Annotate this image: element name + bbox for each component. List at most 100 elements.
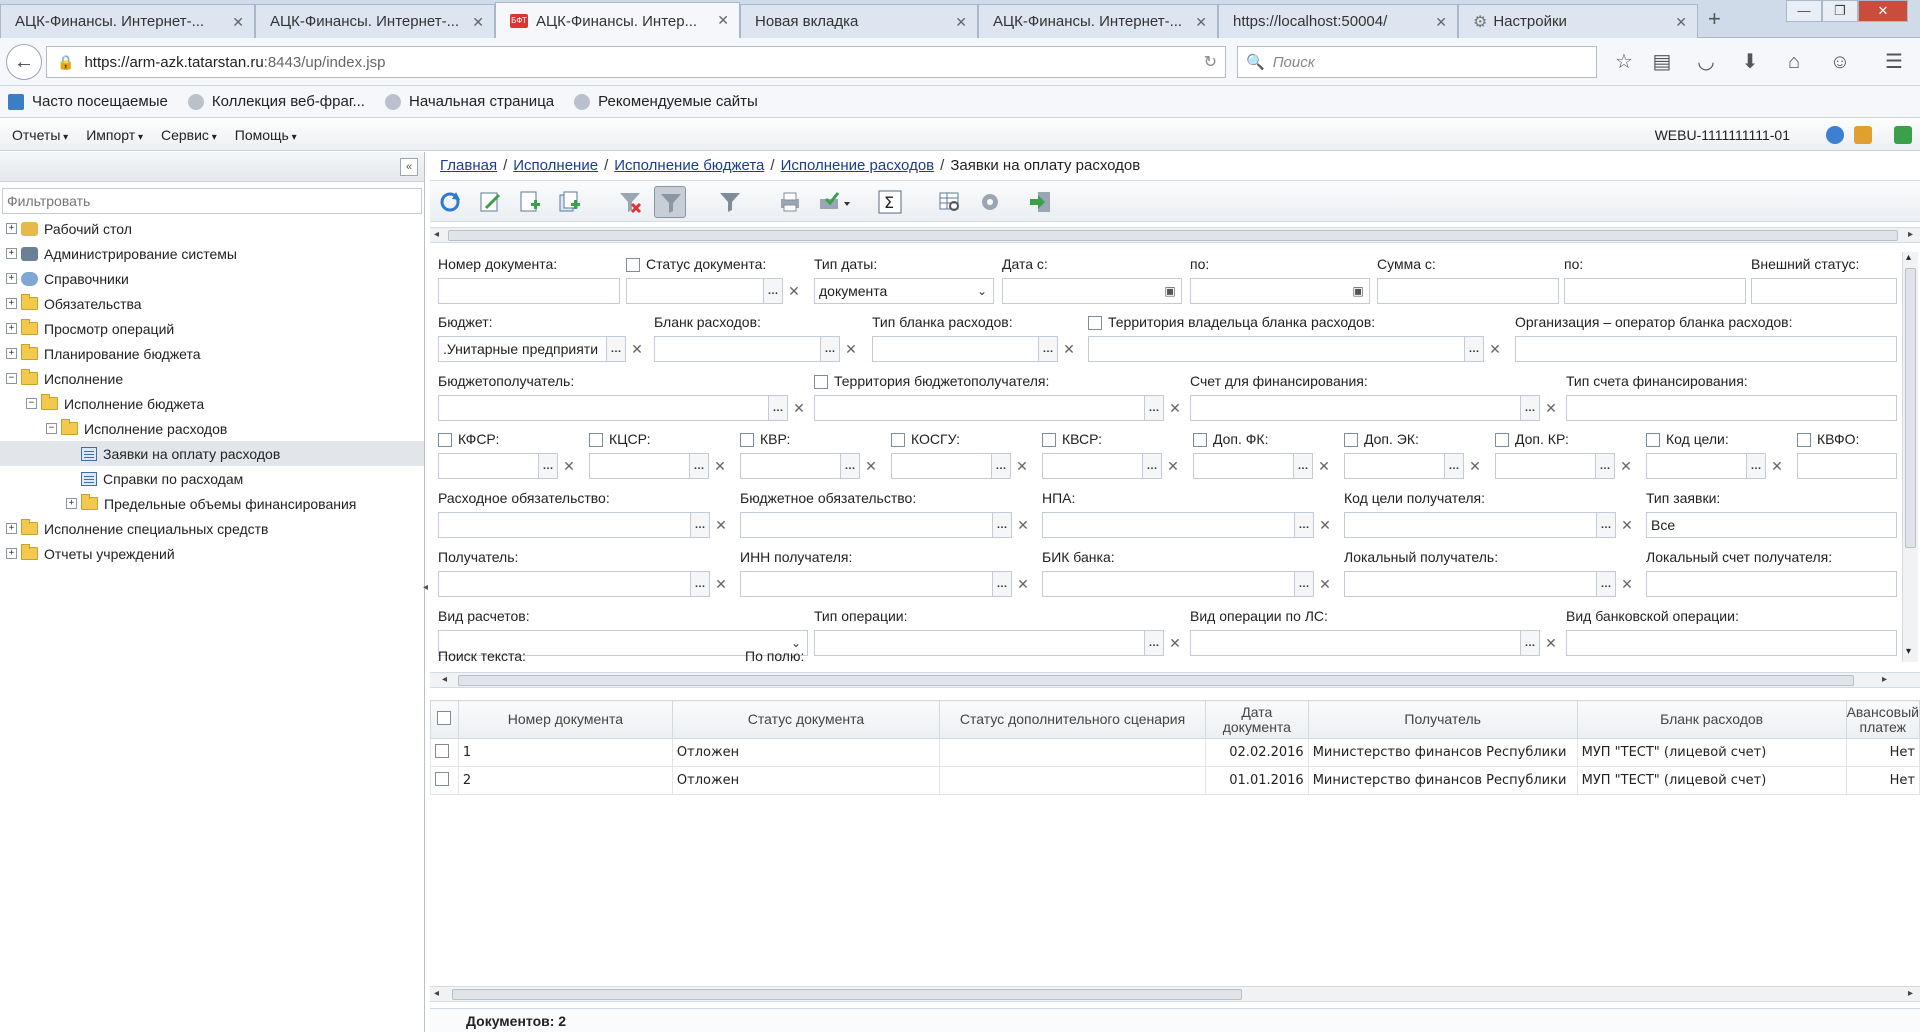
bookmark-item[interactable]: Часто посещаемые [8, 93, 168, 110]
dop-kr-select-button[interactable]: … [1595, 453, 1615, 479]
kfsr-input[interactable] [438, 453, 542, 479]
chevron-down-icon[interactable]: ⌄ [972, 278, 992, 304]
column-header[interactable]: Номер документа [457, 700, 673, 739]
collapse-icon[interactable]: − [26, 398, 37, 409]
bookmark-item[interactable]: Коллекция веб-фраг... [187, 93, 365, 110]
select-all-checkbox[interactable] [437, 711, 452, 725]
dop-kr-clear-icon[interactable]: ✕ [1617, 453, 1635, 479]
menu-import[interactable]: Импорт [86, 127, 143, 143]
collapse-icon[interactable]: − [46, 423, 57, 434]
date-from-input[interactable] [1002, 278, 1182, 304]
filter-panel-bottom-scrollbar[interactable]: ◂ ▸ [430, 672, 1920, 688]
apply-filter-button[interactable] [714, 186, 746, 218]
breadcrumb-execution[interactable]: Исполнение [513, 157, 598, 174]
browser-tab[interactable]: АЦК-Финансы. Интернет-... ✕ [978, 4, 1218, 38]
select-all-header[interactable] [430, 700, 459, 739]
recipient-target-code-select-button[interactable]: … [1596, 512, 1616, 538]
budget-obligation-input[interactable] [740, 512, 996, 538]
kfsr-checkbox[interactable] [438, 433, 452, 447]
bank-bik-clear-icon[interactable]: ✕ [1316, 571, 1334, 597]
reload-icon[interactable]: ↻ [1204, 52, 1217, 72]
blank-type-input[interactable] [872, 336, 1042, 362]
tools-icon[interactable] [1854, 126, 1872, 144]
bank-bik-input[interactable] [1042, 571, 1298, 597]
expand-icon[interactable]: + [6, 523, 17, 534]
filter-panel-top-scrollbar[interactable]: ◂ ▸ [430, 227, 1920, 243]
request-type-select[interactable]: Все [1646, 512, 1897, 538]
splitter-arrow-icon[interactable]: ◂ [423, 582, 428, 593]
payee-inn-clear-icon[interactable]: ✕ [1014, 571, 1032, 597]
clear-filter-button[interactable] [614, 186, 646, 218]
recipient-input[interactable] [438, 395, 772, 421]
doc-status-clear-icon[interactable]: ✕ [785, 278, 803, 304]
dop-ek-clear-icon[interactable]: ✕ [1466, 453, 1484, 479]
expand-icon[interactable]: + [6, 248, 17, 259]
doc-status-select-button[interactable]: … [763, 278, 783, 304]
tab-close-icon[interactable]: ✕ [232, 14, 244, 31]
new-tab-button[interactable]: + [1708, 6, 1721, 32]
refresh-button[interactable] [434, 186, 466, 218]
payee-input[interactable] [438, 571, 694, 597]
target-code-select-button[interactable]: … [1746, 453, 1766, 479]
target-code-checkbox[interactable] [1646, 433, 1660, 447]
kvr-clear-icon[interactable]: ✕ [862, 453, 880, 479]
local-payee-clear-icon[interactable]: ✕ [1618, 571, 1636, 597]
budget-obligation-select-button[interactable]: … [992, 512, 1012, 538]
payee-inn-input[interactable] [740, 571, 996, 597]
kvsr-input[interactable] [1042, 453, 1146, 479]
expense-obligation-input[interactable] [438, 512, 694, 538]
scroll-down-icon[interactable]: ▾ [1906, 646, 1911, 657]
dop-fk-input[interactable] [1193, 453, 1297, 479]
tree-item-institution-reports[interactable]: + Отчеты учреждений [0, 541, 424, 566]
blank-territory-clear-icon[interactable]: ✕ [1486, 336, 1504, 362]
minimize-button[interactable]: — [1786, 0, 1822, 22]
blank-type-clear-icon[interactable]: ✕ [1060, 336, 1078, 362]
tab-close-icon[interactable]: ✕ [717, 12, 729, 29]
budget-obligation-clear-icon[interactable]: ✕ [1014, 512, 1032, 538]
dop-ek-checkbox[interactable] [1344, 433, 1358, 447]
scrollbar-thumb[interactable] [458, 675, 1854, 686]
date-to-input[interactable] [1190, 278, 1370, 304]
blank-territory-input[interactable] [1088, 336, 1468, 362]
scroll-right-icon[interactable]: ▸ [1908, 988, 1913, 999]
kosgu-clear-icon[interactable]: ✕ [1013, 453, 1031, 479]
kosgu-input[interactable] [891, 453, 995, 479]
scroll-right-icon[interactable]: ▸ [1882, 674, 1887, 685]
settings-button[interactable] [974, 186, 1006, 218]
window-close-button[interactable]: ✕ [1858, 0, 1908, 22]
collapse-sidebar-button[interactable]: « [400, 158, 418, 176]
local-account-input[interactable] [1646, 571, 1897, 597]
tree-item-payment-requests[interactable]: Заявки на оплату расходов [0, 441, 424, 466]
local-payee-select-button[interactable]: … [1596, 571, 1616, 597]
blank-select-button[interactable]: … [820, 336, 840, 362]
url-bar[interactable]: 🔒 https://arm-azk.tatarstan.ru:8443/up/i… [46, 46, 1226, 78]
dop-fk-clear-icon[interactable]: ✕ [1315, 453, 1333, 479]
doc-status-checkbox[interactable] [626, 258, 640, 272]
kvsr-checkbox[interactable] [1042, 433, 1056, 447]
scroll-right-icon[interactable]: ▸ [1908, 229, 1913, 240]
browser-tab-active[interactable]: БФТ АЦК-Финансы. Интер... ✕ [495, 2, 740, 39]
breadcrumb-expense-execution[interactable]: Исполнение расходов [781, 157, 935, 174]
kosgu-checkbox[interactable] [891, 433, 905, 447]
recipient-clear-icon[interactable]: ✕ [790, 395, 808, 421]
blank-territory-checkbox[interactable] [1088, 316, 1102, 330]
kcsr-input[interactable] [589, 453, 693, 479]
kvsr-select-button[interactable]: … [1142, 453, 1162, 479]
pocket-icon[interactable]: ◡ [1692, 48, 1720, 76]
grid-settings-button[interactable] [934, 186, 966, 218]
fin-account-clear-icon[interactable]: ✕ [1542, 395, 1560, 421]
fin-account-type-input[interactable] [1566, 395, 1897, 421]
row-checkbox[interactable] [435, 771, 449, 786]
operation-type-select-button[interactable]: … [1144, 630, 1164, 656]
column-header[interactable]: Получатель [1307, 700, 1578, 739]
tree-item-obligations[interactable]: + Обязательства [0, 291, 424, 316]
menu-reports[interactable]: Отчеты [12, 127, 68, 143]
kvsr-clear-icon[interactable]: ✕ [1164, 453, 1182, 479]
tab-close-icon[interactable]: ✕ [1435, 14, 1447, 31]
browser-search-input[interactable]: 🔍 Поиск [1237, 46, 1597, 78]
exit-icon[interactable] [1894, 126, 1912, 144]
expand-icon[interactable]: + [66, 498, 77, 509]
tree-filter-input[interactable] [2, 188, 422, 214]
kcsr-checkbox[interactable] [589, 433, 603, 447]
scroll-left-icon[interactable]: ◂ [442, 674, 447, 685]
